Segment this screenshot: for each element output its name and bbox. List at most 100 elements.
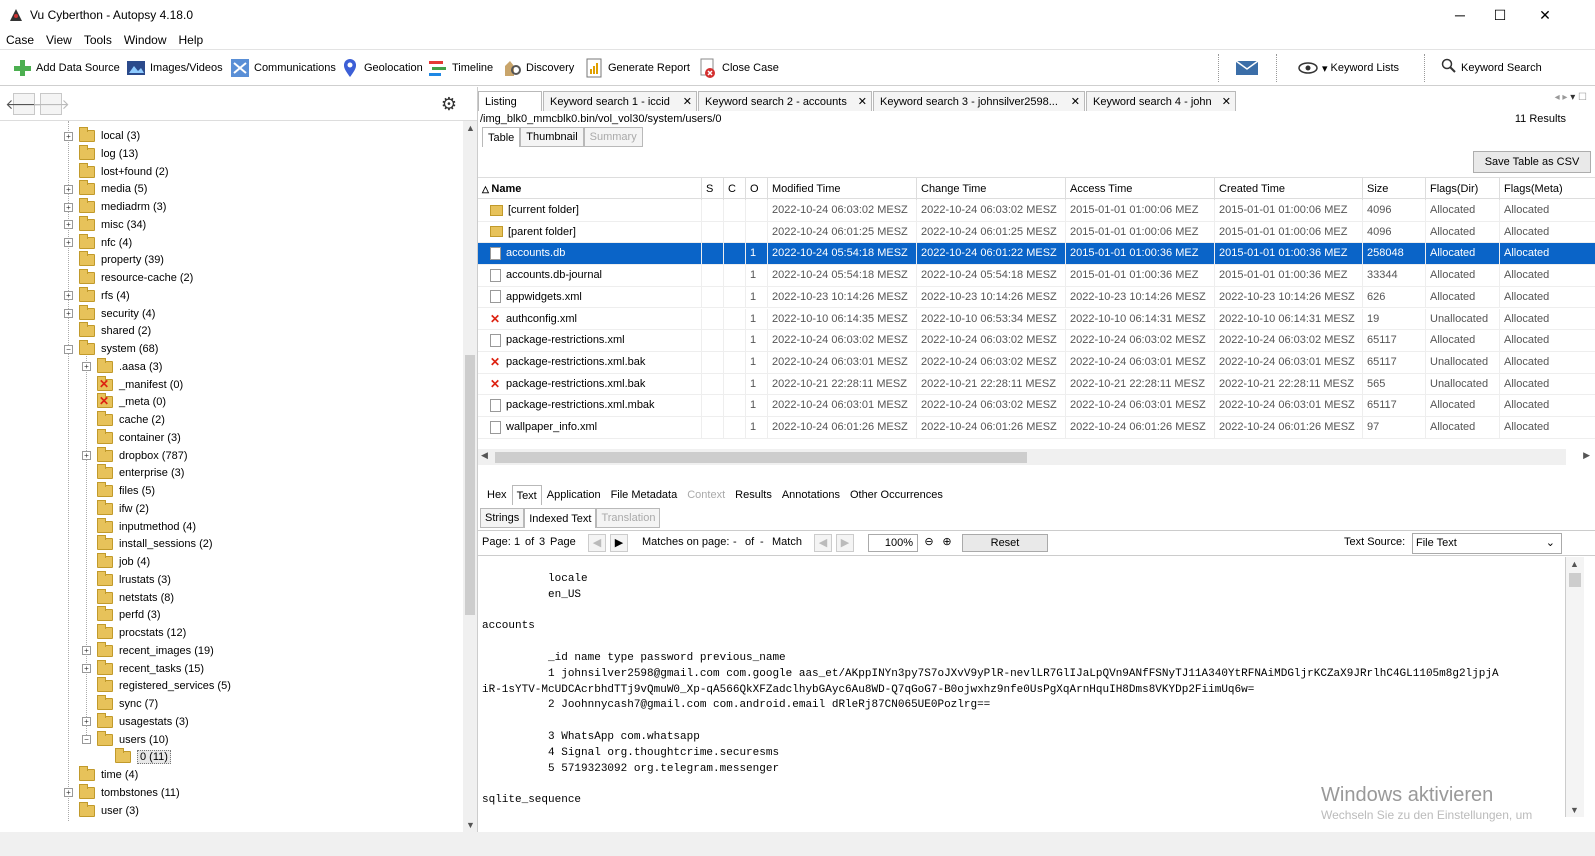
tab-summary[interactable]: Summary — [583, 127, 643, 147]
tree-node[interactable]: netstats (8) — [82, 588, 174, 607]
expand-icon[interactable]: + — [64, 220, 73, 230]
tab-keyword-search-4[interactable]: Keyword search 4 - john ✕ — [1086, 91, 1236, 111]
tree-node[interactable]: resource-cache (2) — [64, 269, 193, 287]
tab-keyword-search-1[interactable]: Keyword search 1 - iccid ✕ — [543, 91, 697, 111]
expand-icon[interactable]: + — [82, 362, 91, 372]
close-tab-icon[interactable]: ✕ — [1222, 95, 1231, 108]
tree-node[interactable]: ifw (2) — [82, 499, 149, 518]
zoom-out-button[interactable]: ⊖ — [920, 534, 938, 552]
tree-node[interactable]: + nfc (4) — [64, 233, 132, 252]
tree-node[interactable]: procstats (12) — [82, 624, 186, 642]
tree-node[interactable]: + dropbox (787) — [82, 446, 188, 465]
tab-keyword-search-2[interactable]: Keyword search 2 - accounts ✕ — [698, 91, 872, 111]
tree-node[interactable]: + misc (34) — [64, 215, 146, 234]
expand-icon[interactable]: + — [64, 788, 73, 798]
tree-node[interactable]: + rfs (4) — [64, 286, 130, 305]
table-row[interactable]: wallpaper_info.xml 1 2022-10-24 06:01:26 M… — [478, 417, 1595, 439]
tab-annotations[interactable]: Annotations — [777, 485, 845, 505]
scroll-down-icon[interactable]: ▼ — [466, 820, 475, 830]
timeline-button[interactable]: Timeline — [428, 56, 493, 80]
generate-report-button[interactable]: Generate Report — [584, 56, 690, 80]
close-tab-icon[interactable]: ✕ — [683, 95, 692, 108]
forward-button[interactable]: 🡒 — [32, 93, 70, 115]
scroll-up-icon[interactable]: ▲ — [466, 123, 475, 133]
tab-strings[interactable]: Strings — [480, 508, 525, 528]
column-header[interactable]: Flags(Meta) — [1500, 178, 1595, 200]
expand-icon[interactable]: + — [82, 646, 91, 656]
menu-window[interactable]: Window — [124, 33, 167, 47]
tree-node[interactable]: + recent_images (19) — [82, 641, 214, 660]
tab-other-occurrences[interactable]: Other Occurrences — [845, 485, 948, 505]
indexed-text-content[interactable]: locale en_US accounts _id name type passw… — [478, 557, 1566, 817]
add-data-source-button[interactable]: Add Data Source — [12, 56, 120, 80]
tree-node[interactable]: enterprise (3) — [82, 464, 184, 482]
table-row[interactable]: authconfig.xml12022-10-10 06:14:35 MESZ2… — [478, 308, 1595, 331]
column-header[interactable]: Access Time — [1066, 178, 1215, 200]
email-button[interactable] — [1235, 56, 1263, 80]
menu-help[interactable]: Help — [179, 33, 204, 47]
scroll-up-icon[interactable]: ▲ — [1570, 559, 1579, 569]
collapse-icon[interactable]: − — [82, 735, 91, 744]
column-header[interactable]: Size — [1363, 178, 1426, 200]
tree-node[interactable]: registered_services (5) — [82, 677, 231, 695]
tab-context[interactable]: Context — [682, 485, 730, 505]
table-row[interactable]: [current folder] 2022-10-24 06:03:02 MESZ… — [478, 200, 1595, 222]
tree-node[interactable]: + mediadrm (3) — [64, 198, 166, 216]
zoom-field[interactable]: 100% — [868, 534, 918, 552]
tree-node[interactable]: perfd (3) — [82, 606, 161, 624]
tree-node[interactable]: job (4) — [82, 553, 150, 571]
column-header[interactable]: O — [746, 178, 768, 200]
expand-icon[interactable]: + — [64, 202, 73, 212]
save-table-csv-button[interactable]: Save Table as CSV — [1473, 151, 1591, 173]
scrollbar-thumb[interactable] — [495, 452, 1027, 463]
text-vertical-scrollbar[interactable]: ▲ ▼ — [1566, 557, 1584, 817]
close-case-button[interactable]: Close Case — [698, 56, 779, 80]
close-window-button[interactable]: ✕ — [1522, 0, 1568, 30]
table-row[interactable]: package-restrictions.xml.bak12022-10-24 … — [478, 351, 1595, 374]
column-header[interactable]: Created Time — [1215, 178, 1363, 200]
next-page-button[interactable]: ▶ — [610, 534, 628, 552]
tree-node[interactable]: + recent_tasks (15) — [82, 659, 204, 678]
tree-node[interactable]: user (3) — [64, 801, 139, 820]
reset-button[interactable]: Reset — [962, 534, 1048, 552]
tree-node[interactable]: install_sessions (2) — [82, 535, 213, 553]
expand-icon[interactable]: + — [64, 291, 73, 301]
tab-table[interactable]: Table — [482, 127, 521, 147]
expand-icon[interactable]: + — [64, 184, 73, 194]
tree-node[interactable]: cache (2) — [82, 411, 165, 429]
communications-button[interactable]: Communications — [230, 56, 336, 80]
scrollbar-thumb[interactable] — [1569, 573, 1581, 587]
column-header[interactable]: Change Time — [917, 178, 1066, 200]
tree-node[interactable]: lrustats (3) — [82, 570, 171, 589]
menu-case[interactable]: Case — [6, 33, 34, 47]
tree-node[interactable]: sync (7) — [82, 695, 158, 713]
tab-text[interactable]: Text — [511, 485, 542, 505]
tree-node[interactable]: _meta (0) — [82, 393, 166, 411]
tree-node[interactable]: lost+found (2) — [64, 162, 169, 181]
expand-icon[interactable]: + — [82, 664, 91, 673]
tab-results[interactable]: Results — [730, 485, 777, 505]
table-row[interactable]: package-restrictions.xml 1 2022-10-24 06:0… — [478, 330, 1595, 352]
prev-page-button[interactable]: ◀ — [588, 534, 606, 552]
tab-application[interactable]: Application — [542, 485, 606, 505]
text-source-select[interactable]: File Text ⌄ — [1412, 533, 1562, 554]
tab-file-metadata[interactable]: File Metadata — [606, 485, 683, 505]
column-header[interactable]: Flags(Dir) — [1426, 178, 1500, 200]
table-row[interactable]: package-restrictions.xml.bak12022-10-21 … — [478, 373, 1595, 396]
scroll-down-icon[interactable]: ▼ — [1570, 805, 1579, 815]
keyword-search-button[interactable]: Keyword Search — [1441, 56, 1542, 80]
prev-match-button[interactable]: ◀ — [814, 534, 832, 552]
tree-node[interactable]: − users (10) — [82, 730, 169, 749]
settings-button[interactable]: ⚙ — [438, 93, 460, 115]
keyword-lists-button[interactable]: ▾ Keyword Lists — [1298, 56, 1399, 80]
table-row[interactable]: [parent folder] 2022-10-24 06:01:25 MESZ 2… — [478, 221, 1595, 244]
tree-node[interactable]: 0 (11) — [100, 748, 171, 766]
scroll-left-icon[interactable]: ◀ — [481, 450, 488, 461]
expand-icon[interactable]: + — [64, 309, 73, 318]
close-tab-icon[interactable]: ✕ — [1071, 95, 1080, 108]
tab-keyword-search-3[interactable]: Keyword search 3 - johnsilver2598... ✕ — [873, 91, 1085, 111]
tab-listing[interactable]: Listing — [478, 91, 542, 111]
tree-node[interactable]: inputmethod (4) — [82, 517, 196, 536]
tree-node[interactable]: shared (2) — [64, 322, 151, 340]
expand-icon[interactable]: + — [82, 451, 91, 460]
